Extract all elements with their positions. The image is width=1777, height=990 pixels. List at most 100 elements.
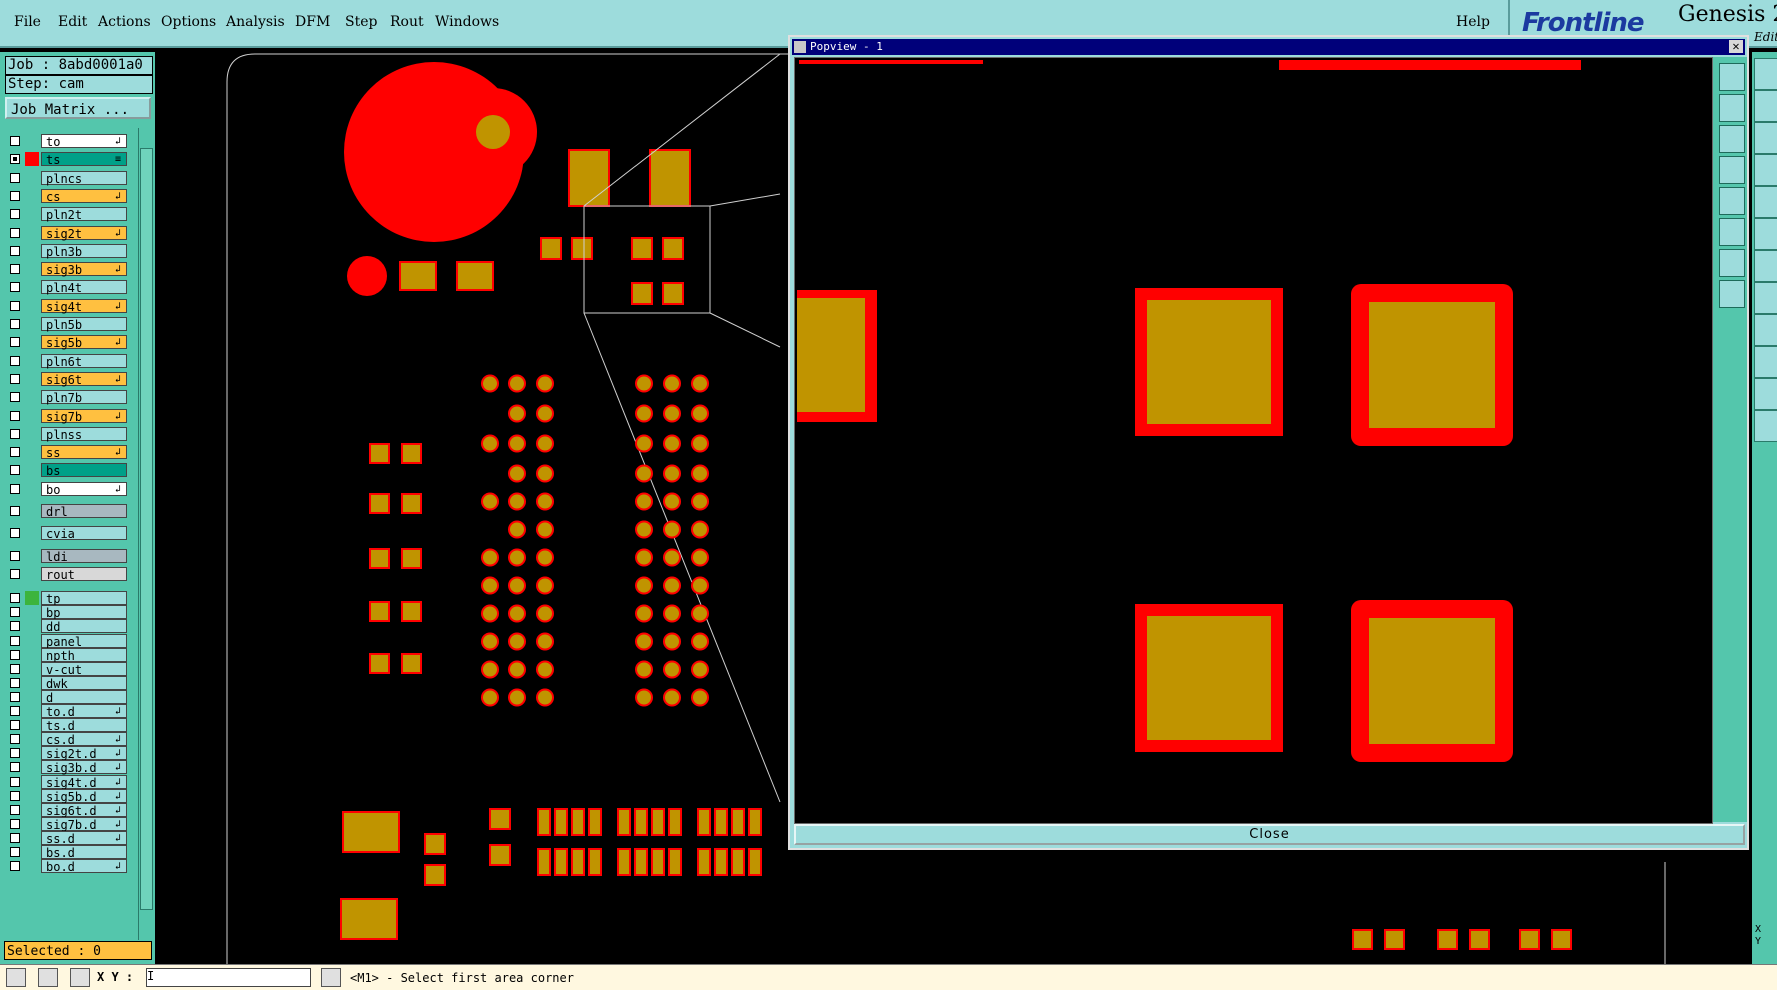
layer-checkbox[interactable]	[10, 847, 20, 857]
layer-checkbox[interactable]	[10, 621, 20, 632]
menu-options[interactable]: Options	[161, 14, 216, 30]
layer-checkbox[interactable]	[10, 776, 20, 787]
layer-row[interactable]: sig6t.d ↲	[4, 802, 135, 818]
layer-row[interactable]: ldi	[4, 548, 135, 564]
layer-checkbox[interactable]	[10, 550, 20, 561]
layer-name[interactable]: pln6t	[41, 353, 127, 369]
tool-button[interactable]	[1754, 378, 1777, 410]
layer-row[interactable]: sig4t ↲	[4, 298, 135, 314]
tool-button[interactable]	[1754, 250, 1777, 282]
layer-row[interactable]: bs	[4, 463, 135, 478]
layer-name[interactable]: v-cut	[41, 661, 127, 677]
layer-checkbox[interactable]	[10, 734, 20, 745]
tool-button[interactable]	[1754, 90, 1777, 122]
layer-name[interactable]: ss ↲	[41, 445, 127, 460]
layer-checkbox[interactable]	[10, 832, 20, 843]
tool-button[interactable]	[1754, 282, 1777, 314]
layer-checkbox[interactable]	[10, 706, 20, 716]
layer-name[interactable]: cs ↲	[41, 188, 127, 204]
layer-row[interactable]: plnss	[4, 426, 135, 442]
layer-checkbox[interactable]	[10, 209, 20, 220]
layer-name[interactable]: pln5b	[41, 317, 127, 332]
layer-checkbox[interactable]	[10, 428, 20, 439]
layer-checkbox[interactable]	[10, 483, 20, 494]
layer-row[interactable]: sig3b.d ↲	[4, 760, 135, 775]
layer-checkbox[interactable]	[10, 465, 20, 476]
layer-row[interactable]: cs.d ↲	[4, 732, 135, 747]
layer-row[interactable]: sig5b ↲	[4, 335, 135, 350]
layer-row[interactable]: npth	[4, 647, 135, 663]
popview-titlebar[interactable]: Popview - 1 ✕	[792, 39, 1745, 55]
layer-row[interactable]: ss ↲	[4, 445, 135, 460]
layer-row[interactable]: ts ≡	[4, 152, 135, 167]
layer-row[interactable]: rout	[4, 566, 135, 582]
layer-row[interactable]: bo ↲	[4, 481, 135, 497]
layer-row[interactable]: pln6t	[4, 353, 135, 369]
layer-scrollbar[interactable]	[138, 128, 153, 940]
menu-dfm[interactable]: DFM	[295, 14, 330, 30]
layer-checkbox[interactable]	[10, 319, 20, 329]
layer-checkbox[interactable]	[10, 593, 20, 604]
scrollbar-thumb[interactable]	[140, 148, 153, 910]
layer-checkbox[interactable]	[10, 337, 20, 348]
layer-name[interactable]: sig3b ↲	[41, 262, 127, 277]
layer-row[interactable]: dd	[4, 619, 135, 634]
layer-row[interactable]: bp	[4, 605, 135, 620]
layer-row[interactable]: sig3b ↲	[4, 262, 135, 277]
popview-tool-button[interactable]	[1719, 125, 1745, 153]
tool-button[interactable]	[1754, 218, 1777, 250]
layer-row[interactable]: ss.d ↲	[4, 830, 135, 846]
menu-step[interactable]: Step	[345, 14, 377, 30]
layer-row[interactable]: to ↲	[4, 134, 135, 149]
tool-button[interactable]	[1754, 122, 1777, 154]
menu-windows[interactable]: Windows	[435, 14, 499, 30]
layer-name[interactable]: ldi	[41, 548, 127, 564]
xy-input[interactable]: I	[146, 968, 311, 987]
layer-checkbox[interactable]	[10, 691, 20, 702]
layer-checkbox[interactable]	[10, 528, 20, 539]
layer-checkbox[interactable]	[10, 245, 20, 256]
popview-tool-button[interactable]	[1719, 280, 1745, 308]
layer-name[interactable]: sig5b ↲	[41, 335, 127, 350]
layer-checkbox[interactable]	[10, 804, 20, 815]
layer-name[interactable]: sig7b ↲	[41, 408, 127, 424]
snap-tool-icon[interactable]	[321, 968, 341, 987]
layer-checkbox[interactable]	[10, 635, 20, 646]
menu-analysis[interactable]: Analysis	[226, 14, 285, 30]
layer-name[interactable]: cvia	[41, 526, 127, 541]
layer-name[interactable]: pln3b	[41, 243, 127, 259]
tool-button[interactable]	[1754, 186, 1777, 218]
tool-button[interactable]	[1754, 314, 1777, 346]
layer-row[interactable]: pln4t	[4, 280, 135, 295]
measure-tool-icon[interactable]	[38, 968, 58, 987]
layer-name[interactable]: bo ↲	[41, 481, 127, 497]
layer-name[interactable]: bo.d ↲	[41, 859, 127, 874]
layer-row[interactable]: v-cut	[4, 661, 135, 677]
layer-name[interactable]: sig4t ↲	[41, 298, 127, 314]
layer-row[interactable]: tp	[4, 591, 135, 606]
layer-row[interactable]: panel	[4, 633, 135, 649]
popview-canvas[interactable]	[794, 57, 1713, 824]
layer-row[interactable]: pln3b	[4, 243, 135, 259]
layer-row[interactable]: sig2t ↲	[4, 225, 135, 241]
close-icon[interactable]: ✕	[1729, 40, 1743, 53]
layer-name[interactable]: sig3b.d ↲	[41, 760, 127, 775]
layer-row[interactable]: d	[4, 689, 135, 705]
layer-checkbox[interactable]	[10, 762, 20, 773]
layer-name[interactable]: npth	[41, 647, 127, 663]
tool-button[interactable]	[1754, 346, 1777, 378]
layer-row[interactable]: sig7b.d ↲	[4, 816, 135, 832]
menu-actions[interactable]: Actions	[98, 14, 151, 30]
layer-name[interactable]: ss.d ↲	[41, 830, 127, 846]
layer-name[interactable]: to ↲	[41, 134, 127, 149]
layer-checkbox[interactable]	[10, 373, 20, 384]
menu-edit[interactable]: Edit	[58, 14, 87, 30]
popview-tool-button[interactable]	[1719, 156, 1745, 184]
layer-name[interactable]: d	[41, 689, 127, 705]
layer-name[interactable]: cs.d ↲	[41, 732, 127, 747]
layer-checkbox[interactable]	[10, 677, 20, 688]
layer-row[interactable]: pln2t	[4, 207, 135, 222]
layer-row[interactable]: sig4t.d ↲	[4, 774, 135, 790]
popview-tool-button[interactable]	[1719, 63, 1745, 91]
layer-name[interactable]: sig6t ↲	[41, 371, 127, 387]
